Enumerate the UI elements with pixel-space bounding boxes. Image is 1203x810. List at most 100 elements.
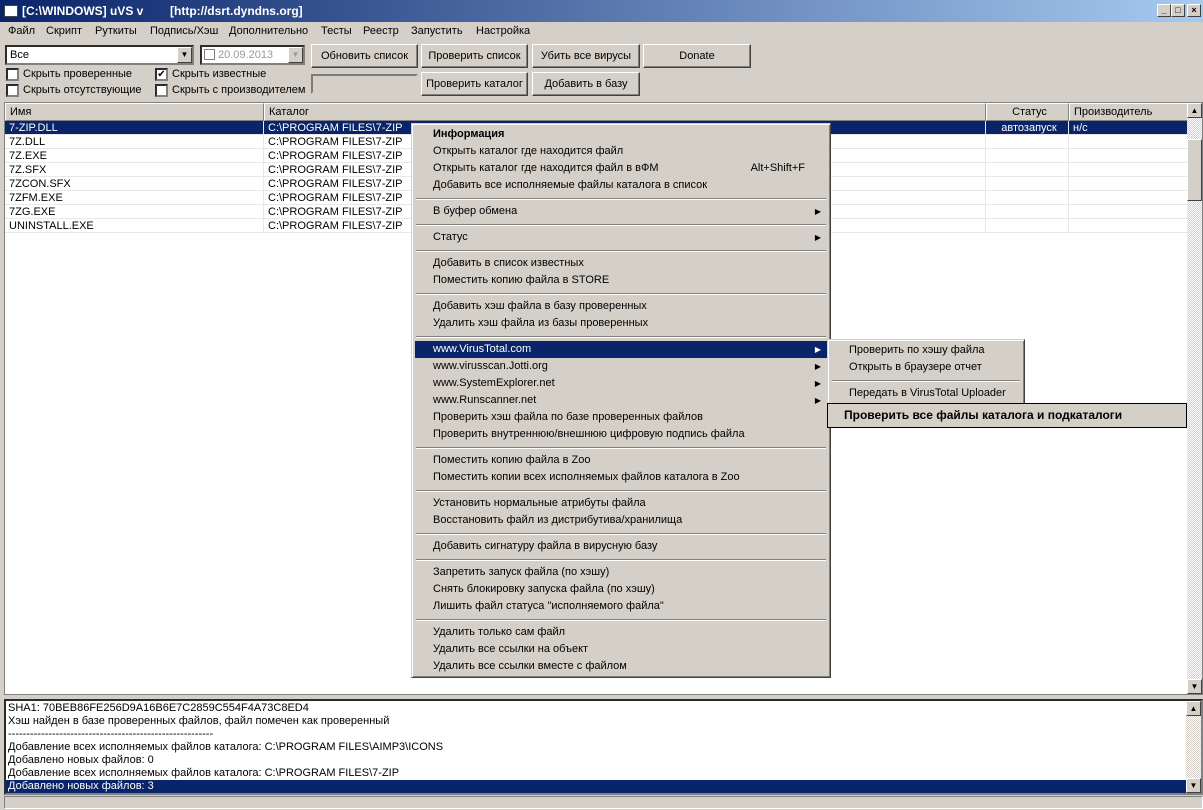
table-scrollbar[interactable]: ▲ ▼ xyxy=(1187,103,1202,694)
menu-rootkits[interactable]: Руткиты xyxy=(95,25,137,37)
chevron-down-icon[interactable]: ▼ xyxy=(177,47,192,63)
scroll-up-icon[interactable]: ▲ xyxy=(1187,103,1202,118)
log-line[interactable]: Добавлено новых файлов: 3 xyxy=(6,780,1186,793)
menu-file[interactable]: Файл xyxy=(8,25,35,37)
hide-checked-checkbox[interactable]: Скрыть проверенные xyxy=(6,68,132,82)
menu-item[interactable]: Информация xyxy=(415,126,827,143)
log-line[interactable]: Хэш найден в базе проверенных файлов, фа… xyxy=(6,715,1186,728)
menu-item[interactable]: Передать в VirusTotal Uploader xyxy=(831,385,1021,402)
cell-name: 7ZG.EXE xyxy=(5,205,264,219)
menu-item[interactable]: Открыть каталог где находится файл xyxy=(415,143,827,160)
app-icon xyxy=(4,5,18,17)
add-to-db-button[interactable]: Добавить в базу xyxy=(532,72,640,96)
menu-item-label: www.SystemExplorer.net xyxy=(433,377,555,389)
refresh-list-button[interactable]: Обновить список xyxy=(311,44,418,68)
log-scrollbar[interactable]: ▲ ▼ xyxy=(1186,701,1201,793)
column-header-status[interactable]: Статус xyxy=(986,103,1069,121)
menu-item[interactable]: Поместить копии всех исполняемых файлов … xyxy=(415,469,827,486)
menu-item[interactable]: Снять блокировку запуска файла (по хэшу) xyxy=(415,581,827,598)
column-header-directory[interactable]: Каталог xyxy=(264,103,986,121)
menu-item[interactable]: Восстановить файл из дистрибутива/хранил… xyxy=(415,512,827,529)
checkbox-label: Скрыть известные xyxy=(172,68,267,80)
column-header-name[interactable]: Имя xyxy=(5,103,264,121)
menu-signature[interactable]: Подпись/Хэш xyxy=(150,25,218,37)
menu-item[interactable]: Установить нормальные атрибуты файла xyxy=(415,495,827,512)
menu-item-label: В буфер обмена xyxy=(433,205,518,217)
menu-item[interactable]: Поместить копию файла в Zoo xyxy=(415,452,827,469)
cell-status xyxy=(986,149,1069,163)
menu-item[interactable]: Статус ▶ xyxy=(415,229,827,246)
menu-item[interactable]: Удалить только сам файл xyxy=(415,624,827,641)
submenu-arrow-icon: ▶ xyxy=(814,233,821,242)
menu-item[interactable]: Открыть каталог где находится файл в вФМ… xyxy=(415,160,827,177)
check-all-subdirs-item[interactable]: Проверить все файлы каталога и подкатало… xyxy=(827,403,1187,428)
chevron-down-icon[interactable]: ▼ xyxy=(288,47,303,63)
date-picker[interactable]: 20.09.2013 ▼ xyxy=(200,45,305,65)
scroll-thumb[interactable] xyxy=(1187,139,1202,201)
menu-item[interactable]: Лишить файл статуса "исполняемого файла" xyxy=(415,598,827,615)
scroll-down-icon[interactable]: ▼ xyxy=(1187,679,1202,694)
menu-item[interactable]: Проверить внутреннюю/внешнюю цифровую по… xyxy=(415,426,827,443)
kill-all-viruses-button[interactable]: Убить все вирусы xyxy=(532,44,640,68)
menu-item-label: Снять блокировку запуска файла (по хэшу) xyxy=(433,583,655,595)
menu-separator xyxy=(416,443,826,452)
log-line[interactable]: Добавление всех исполняемых файлов катал… xyxy=(6,741,1186,754)
menu-run[interactable]: Запустить xyxy=(411,25,463,37)
menu-item[interactable]: Добавить сигнатуру файла в вирусную базу xyxy=(415,538,827,555)
menu-item[interactable]: Добавить хэш файла в базу проверенных xyxy=(415,298,827,315)
menu-item[interactable]: Запретить запуск файла (по хэшу) xyxy=(415,564,827,581)
date-checkbox[interactable] xyxy=(204,49,215,60)
menu-item[interactable]: Проверить по хэшу файла xyxy=(831,342,1021,359)
cell-vendor xyxy=(1069,219,1189,233)
menu-item[interactable]: www.virusscan.Jotti.org ▶ xyxy=(415,358,827,375)
menu-item[interactable]: Удалить хэш файла из базы проверенных xyxy=(415,315,827,332)
donate-button[interactable]: Donate xyxy=(643,44,751,68)
menu-item[interactable]: Добавить все исполняемые файлы каталога … xyxy=(415,177,827,194)
menu-item[interactable]: www.VirusTotal.com ▶ xyxy=(415,341,827,358)
log-line[interactable]: Добавлено новых файлов: 0 xyxy=(6,754,1186,767)
menu-item[interactable]: www.SystemExplorer.net ▶ xyxy=(415,375,827,392)
menu-item-label: Добавить в список известных xyxy=(433,257,584,269)
filter-select[interactable]: Все ▼ xyxy=(5,45,194,65)
check-list-button[interactable]: Проверить список xyxy=(421,44,528,68)
hide-with-vendor-checkbox[interactable]: Скрыть с производителем xyxy=(155,84,305,98)
menu-item-label: Добавить все исполняемые файлы каталога … xyxy=(433,179,708,191)
cell-name: 7Z.SFX xyxy=(5,163,264,177)
checkmark-icon: ✔ xyxy=(155,68,168,81)
close-button[interactable]: × xyxy=(1187,4,1201,17)
menu-item[interactable]: www.Runscanner.net ▶ xyxy=(415,392,827,409)
menu-item-label: www.VirusTotal.com xyxy=(433,343,532,355)
menu-registry[interactable]: Реестр xyxy=(363,25,399,37)
menu-separator xyxy=(416,220,826,229)
menu-item[interactable]: Добавить в список известных xyxy=(415,255,827,272)
log-panel[interactable]: SHA1: 70BEB86FE256D9A16B6E7C2859C554F4A7… xyxy=(4,699,1203,795)
scroll-up-icon[interactable]: ▲ xyxy=(1186,701,1201,716)
menu-separator xyxy=(416,289,826,298)
log-line[interactable]: SHA1: 70BEB86FE256D9A16B6E7C2859C554F4A7… xyxy=(6,702,1186,715)
scroll-down-icon[interactable]: ▼ xyxy=(1186,778,1201,793)
log-line[interactable]: Добавление всех исполняемых файлов катал… xyxy=(6,767,1186,780)
checkbox-box xyxy=(6,68,19,81)
hide-known-checkbox[interactable]: ✔ Скрыть известные xyxy=(155,68,266,82)
menu-item[interactable]: Проверить хэш файла по базе проверенных … xyxy=(415,409,827,426)
menu-item[interactable]: Поместить копию файла в STORE xyxy=(415,272,827,289)
menu-tests[interactable]: Тесты xyxy=(321,25,352,37)
hide-missing-checkbox[interactable]: Скрыть отсутствующие xyxy=(6,84,142,98)
checkbox-box xyxy=(6,84,19,97)
menu-item-label: Запретить запуск файла (по хэшу) xyxy=(433,566,610,578)
menu-item[interactable]: В буфер обмена ▶ xyxy=(415,203,827,220)
menu-script[interactable]: Скрипт xyxy=(46,25,82,37)
search-input[interactable] xyxy=(311,74,418,94)
menu-extra[interactable]: Дополнительно xyxy=(229,25,308,37)
column-header-vendor[interactable]: Производитель xyxy=(1069,103,1189,121)
check-directory-button[interactable]: Проверить каталог xyxy=(421,72,528,96)
menu-item[interactable]: Открыть в браузере отчет xyxy=(831,359,1021,376)
minimize-button[interactable]: _ xyxy=(1157,4,1171,17)
menu-item[interactable]: Удалить все ссылки вместе с файлом xyxy=(415,658,827,675)
log-line[interactable]: ----------------------------------------… xyxy=(6,728,1186,741)
maximize-button[interactable]: □ xyxy=(1171,4,1185,17)
menu-item-label: Удалить хэш файла из базы проверенных xyxy=(433,317,649,329)
submenu-arrow-icon: ▶ xyxy=(814,345,821,354)
menu-item[interactable]: Удалить все ссылки на объект xyxy=(415,641,827,658)
menu-settings[interactable]: Настройка xyxy=(476,25,530,37)
